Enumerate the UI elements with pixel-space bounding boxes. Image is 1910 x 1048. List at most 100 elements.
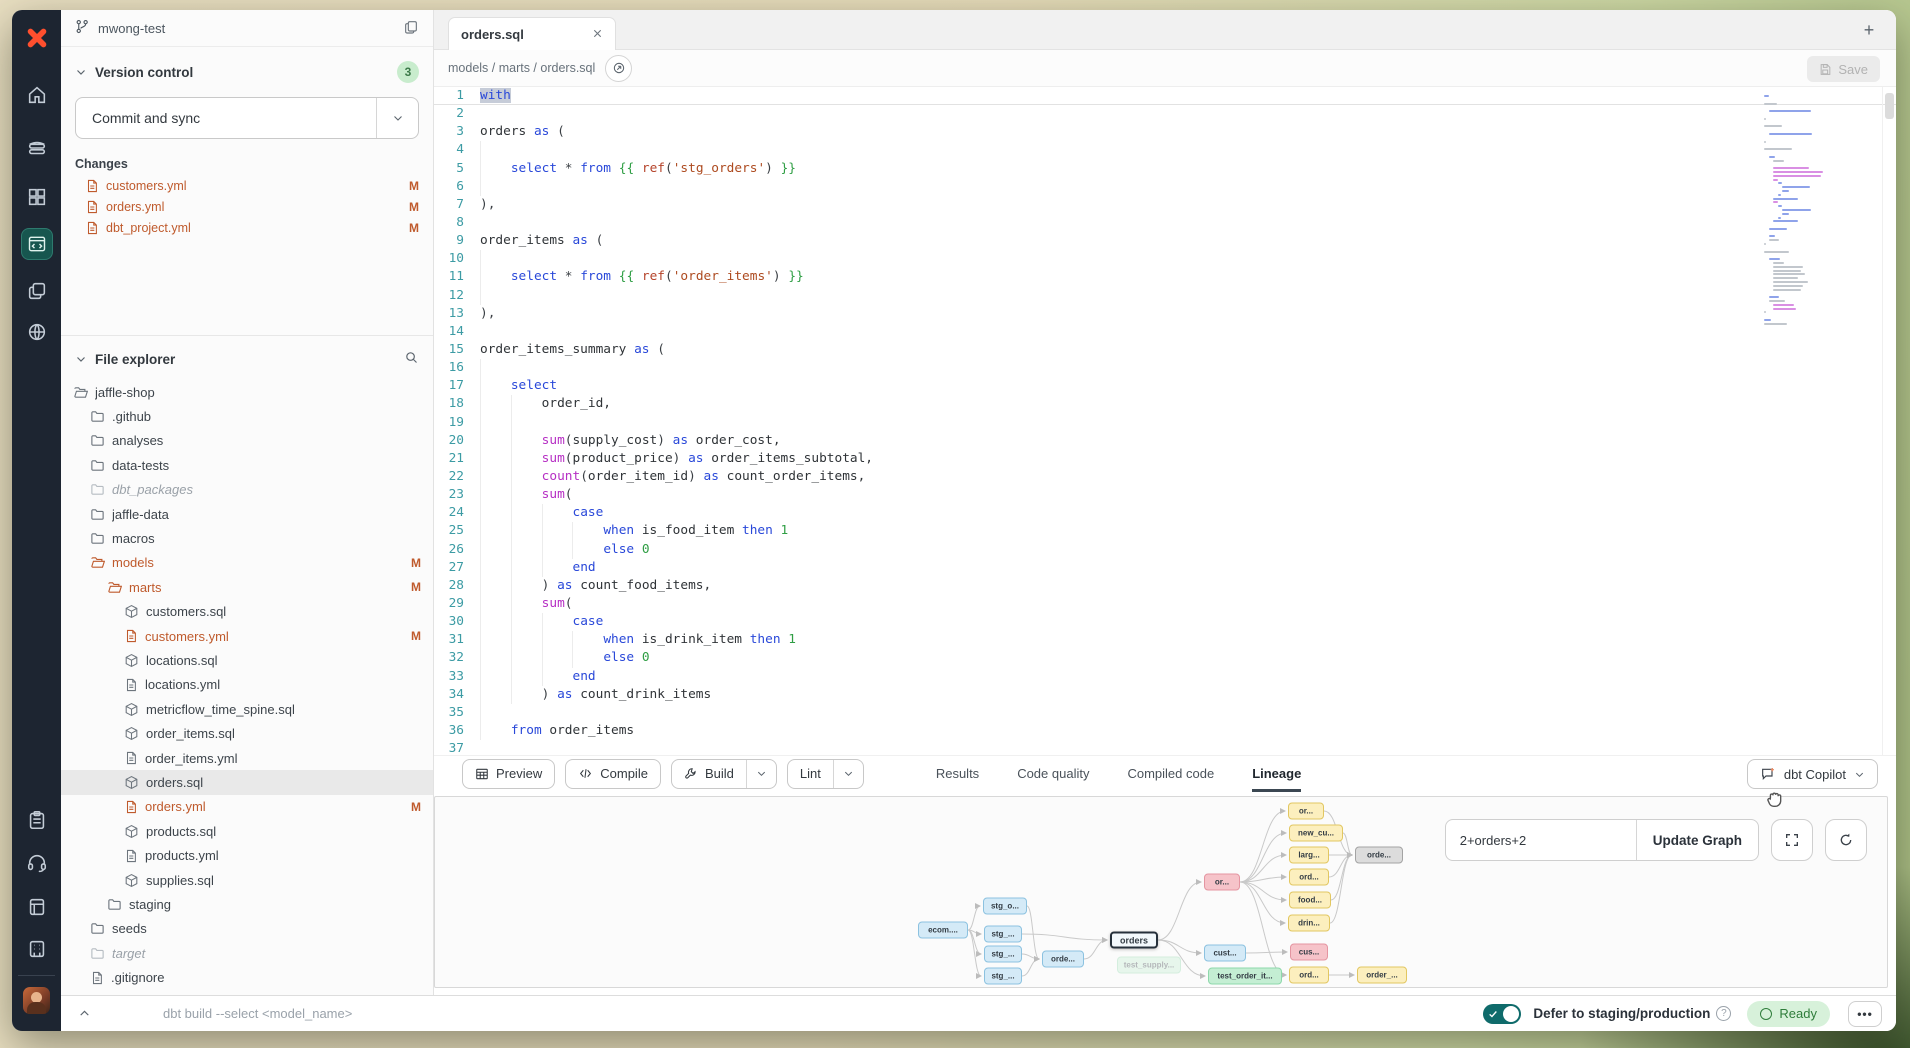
lineage-node-ecom[interactable]: ecom.... bbox=[918, 922, 968, 939]
ide-code-icon[interactable] bbox=[12, 227, 61, 261]
tree-item-marts[interactable]: martsM bbox=[61, 575, 433, 599]
lineage-node-orpink[interactable]: or... bbox=[1204, 874, 1240, 891]
compile-button[interactable]: Compile bbox=[565, 759, 661, 789]
defer-toggle[interactable] bbox=[1483, 1004, 1521, 1024]
home-icon[interactable] bbox=[12, 81, 61, 109]
code-line-27[interactable]: 27 end bbox=[434, 559, 1896, 577]
code-line-21[interactable]: 21 sum(product_price) as order_items_sub… bbox=[434, 450, 1896, 468]
commit-and-sync-button[interactable]: Commit and sync bbox=[75, 97, 419, 139]
docs-icon[interactable] bbox=[12, 893, 61, 921]
code-line-9[interactable]: 9order_items as ( bbox=[434, 232, 1896, 250]
lineage-node-ordery3[interactable]: order_... bbox=[1357, 967, 1407, 984]
headset-icon[interactable] bbox=[12, 849, 61, 877]
code-line-19[interactable]: 19 bbox=[434, 414, 1896, 432]
grid-icon[interactable] bbox=[12, 183, 61, 211]
code-line-36[interactable]: 36 from order_items bbox=[434, 722, 1896, 740]
open-in-lineage-button[interactable] bbox=[605, 55, 632, 82]
lineage-canvas[interactable]: 2+orders+2 Update Graph ecom....stg_o...… bbox=[434, 796, 1888, 988]
fullscreen-button[interactable] bbox=[1771, 819, 1813, 861]
editor-scrollbar[interactable] bbox=[1882, 87, 1896, 755]
tree-item-.github[interactable]: .github bbox=[61, 404, 433, 428]
changed-file-customers.yml[interactable]: customers.ymlM bbox=[61, 175, 433, 196]
lineage-node-stg2[interactable]: stg_... bbox=[984, 926, 1022, 943]
org-icon[interactable] bbox=[12, 935, 61, 963]
lineage-node-drin[interactable]: drin... bbox=[1288, 915, 1330, 932]
expand-console-button[interactable] bbox=[61, 1007, 107, 1020]
lineage-node-cuspink[interactable]: cus... bbox=[1290, 944, 1328, 961]
code-line-7[interactable]: 7), bbox=[434, 196, 1896, 214]
tree-item-orders.sql[interactable]: orders.sql bbox=[61, 770, 433, 794]
build-button[interactable]: Build bbox=[671, 759, 777, 789]
code-line-15[interactable]: 15order_items_summary as ( bbox=[434, 341, 1896, 359]
changed-file-orders.yml[interactable]: orders.ymlM bbox=[61, 196, 433, 217]
code-line-10[interactable]: 10 bbox=[434, 250, 1896, 268]
code-line-20[interactable]: 20 sum(supply_cost) as order_cost, bbox=[434, 432, 1896, 450]
tree-item-models[interactable]: modelsM bbox=[61, 551, 433, 575]
code-line-29[interactable]: 29 sum( bbox=[434, 595, 1896, 613]
tree-item-order_items.yml[interactable]: order_items.yml bbox=[61, 746, 433, 770]
code-line-23[interactable]: 23 sum( bbox=[434, 486, 1896, 504]
preview-button[interactable]: Preview bbox=[462, 759, 555, 789]
changed-file-dbt_project.yml[interactable]: dbt_project.ymlM bbox=[61, 217, 433, 238]
tree-item-target[interactable]: target bbox=[61, 941, 433, 965]
tree-item-metricflow_time_spine.sql[interactable]: metricflow_time_spine.sql bbox=[61, 697, 433, 721]
tree-item-jaffle-shop[interactable]: jaffle-shop bbox=[61, 380, 433, 404]
lint-dropdown[interactable] bbox=[833, 760, 863, 788]
new-tab-button[interactable]: + bbox=[1858, 19, 1880, 41]
tab-results[interactable]: Results bbox=[936, 756, 979, 792]
version-control-header[interactable]: Version control 3 bbox=[61, 47, 433, 91]
stack-icon[interactable] bbox=[12, 134, 61, 162]
commit-dropdown[interactable] bbox=[376, 98, 418, 138]
code-line-22[interactable]: 22 count(order_item_id) as count_order_i… bbox=[434, 468, 1896, 486]
code-line-24[interactable]: 24 case bbox=[434, 504, 1896, 522]
code-line-16[interactable]: 16 bbox=[434, 359, 1896, 377]
code-line-12[interactable]: 12 bbox=[434, 287, 1896, 305]
lineage-node-ordy2[interactable]: ord... bbox=[1289, 967, 1329, 984]
code-line-31[interactable]: 31 when is_drink_item then 1 bbox=[434, 631, 1896, 649]
code-line-5[interactable]: 5 select * from {{ ref('stg_orders') }} bbox=[434, 160, 1896, 178]
tab-code-quality[interactable]: Code quality bbox=[1017, 756, 1089, 792]
code-line-1[interactable]: 1with bbox=[434, 87, 1896, 105]
minimap[interactable] bbox=[1764, 95, 1840, 327]
tree-item-supplies.sql[interactable]: supplies.sql bbox=[61, 868, 433, 892]
code-editor[interactable]: 1with23orders as (4 5 select * from {{ r… bbox=[434, 87, 1896, 755]
tree-item-dbt_packages[interactable]: dbt_packages bbox=[61, 478, 433, 502]
tree-item-.gitignore[interactable]: .gitignore bbox=[61, 965, 433, 989]
lineage-node-ory[interactable]: or... bbox=[1288, 803, 1324, 820]
tree-item-analyses[interactable]: analyses bbox=[61, 429, 433, 453]
save-button[interactable]: Save bbox=[1807, 56, 1880, 82]
tab-lineage[interactable]: Lineage bbox=[1252, 756, 1301, 792]
copy-branch-icon[interactable] bbox=[403, 19, 419, 38]
more-options-button[interactable]: ••• bbox=[1848, 1001, 1882, 1027]
lineage-node-ordegray[interactable]: orde... bbox=[1355, 847, 1403, 864]
code-line-37[interactable]: 37 bbox=[434, 740, 1896, 755]
tab-orders-sql[interactable]: orders.sql bbox=[448, 17, 616, 51]
code-line-26[interactable]: 26 else 0 bbox=[434, 541, 1896, 559]
clipboard-icon[interactable] bbox=[12, 806, 61, 834]
tree-item-seeds[interactable]: seeds bbox=[61, 917, 433, 941]
copy-window-icon[interactable] bbox=[12, 277, 61, 305]
code-line-2[interactable]: 2 bbox=[434, 105, 1896, 123]
scrollbar-thumb[interactable] bbox=[1885, 93, 1894, 119]
lineage-node-ordeb[interactable]: orde... bbox=[1042, 951, 1084, 968]
tree-item-customers.yml[interactable]: customers.ymlM bbox=[61, 624, 433, 648]
lineage-node-food[interactable]: food... bbox=[1289, 892, 1331, 909]
tree-item-staging[interactable]: staging bbox=[61, 892, 433, 916]
code-line-30[interactable]: 30 case bbox=[434, 613, 1896, 631]
tree-item-customers.sql[interactable]: customers.sql bbox=[61, 600, 433, 624]
code-line-35[interactable]: 35 bbox=[434, 704, 1896, 722]
dbt-copilot-button[interactable]: dbt Copilot bbox=[1747, 759, 1878, 789]
tab-compiled-code[interactable]: Compiled code bbox=[1127, 756, 1214, 792]
tree-item-locations.sql[interactable]: locations.sql bbox=[61, 648, 433, 672]
lineage-node-larg[interactable]: larg... bbox=[1289, 847, 1329, 864]
update-graph-button[interactable]: Update Graph bbox=[1636, 820, 1758, 860]
lineage-node-stg4[interactable]: stg_... bbox=[984, 968, 1022, 985]
code-line-14[interactable]: 14 bbox=[434, 323, 1896, 341]
code-line-32[interactable]: 32 else 0 bbox=[434, 649, 1896, 667]
lineage-node-ordy1[interactable]: ord... bbox=[1289, 869, 1329, 886]
tree-item-macros[interactable]: macros bbox=[61, 526, 433, 550]
lineage-node-cust[interactable]: cust... bbox=[1204, 945, 1246, 962]
code-line-8[interactable]: 8 bbox=[434, 214, 1896, 232]
code-line-28[interactable]: 28 ) as count_food_items, bbox=[434, 577, 1896, 595]
help-icon[interactable]: ? bbox=[1716, 1006, 1731, 1021]
